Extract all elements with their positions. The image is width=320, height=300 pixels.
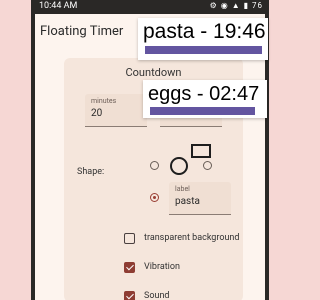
floating-timer-pasta-text: pasta - 19:46 bbox=[143, 20, 266, 43]
status-icons: ⚙ ◉ ▲ ▮ 76 bbox=[209, 1, 263, 10]
floating-timer-eggs[interactable]: eggs - 02:47 bbox=[143, 80, 267, 118]
label-field-label: label bbox=[175, 185, 190, 193]
countdown-title: Countdown bbox=[125, 66, 182, 79]
vibration-label: Vibration bbox=[144, 262, 180, 272]
shape-radio-label[interactable] bbox=[150, 193, 159, 202]
vibration-checkbox[interactable] bbox=[124, 262, 135, 273]
floating-timer-eggs-text: eggs - 02:47 bbox=[148, 83, 260, 105]
status-bar: 10:44 AM ⚙ ◉ ▲ ▮ 76 bbox=[31, 0, 269, 14]
shape-label: Shape: bbox=[77, 167, 105, 177]
minutes-field[interactable]: minutes 20 bbox=[85, 94, 147, 127]
label-field[interactable]: label pasta bbox=[169, 182, 231, 215]
minutes-field-value: 20 bbox=[91, 108, 103, 119]
sound-checkbox[interactable] bbox=[124, 291, 135, 300]
transparent-background-label: transparent background bbox=[144, 233, 240, 243]
app-title: Floating Timer bbox=[40, 24, 124, 39]
floating-timer-pasta-progress bbox=[145, 46, 262, 54]
shape-radio-circle-right[interactable] bbox=[203, 161, 212, 170]
rectangle-shape-icon[interactable] bbox=[191, 144, 211, 158]
sound-label: Sound bbox=[144, 291, 170, 300]
label-field-value: pasta bbox=[175, 196, 200, 207]
floating-timer-pasta[interactable]: pasta - 19:46 bbox=[138, 18, 268, 60]
floating-timer-eggs-progress bbox=[150, 107, 255, 115]
minutes-field-label: minutes bbox=[91, 97, 117, 105]
circle-shape-icon[interactable] bbox=[170, 157, 188, 175]
transparent-background-checkbox[interactable] bbox=[124, 233, 135, 244]
shape-radio-circle-left[interactable] bbox=[150, 161, 159, 170]
status-time: 10:44 AM bbox=[39, 1, 78, 11]
